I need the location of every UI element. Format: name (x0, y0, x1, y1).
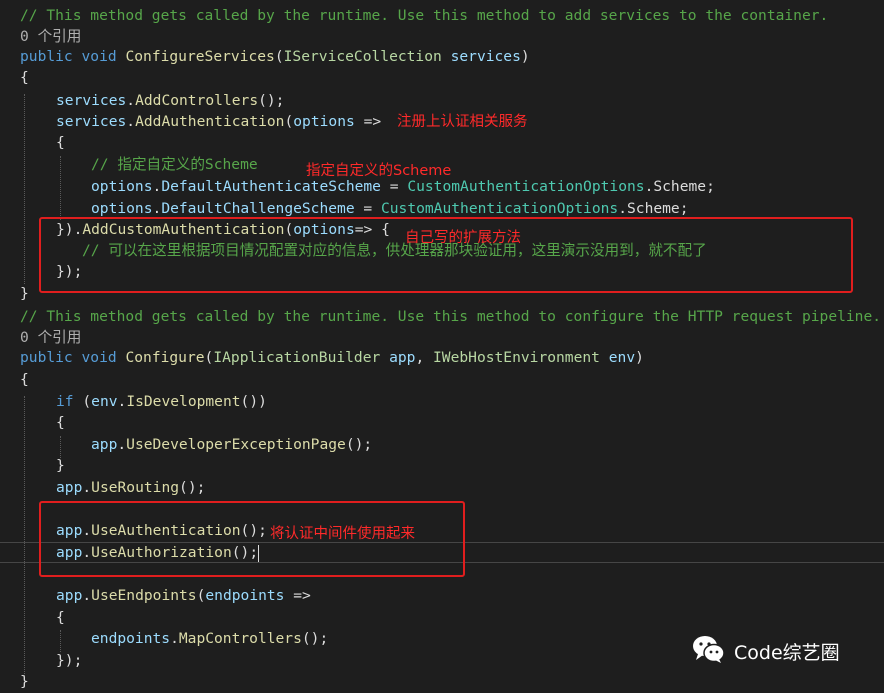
code-comment: // 指定自定义的Scheme (91, 156, 258, 173)
code-line-useendpoints: app.UseEndpoints(endpoints => (56, 587, 311, 604)
annotation-register-auth: 注册上认证相关服务 (397, 114, 528, 130)
code-line-usedeveloperexceptionpage: app.UseDeveloperExceptionPage(); (91, 436, 373, 453)
watermark: Code综艺圈 (692, 634, 840, 668)
code-comment: // This method gets called by the runtim… (20, 7, 829, 24)
annotation-extension-method: 自己写的扩展方法 (405, 230, 521, 246)
annotation-custom-scheme: 指定自定义的Scheme (306, 163, 452, 179)
annotation-use-middleware: 将认证中间件使用起来 (270, 526, 415, 542)
code-brace: { (56, 414, 65, 431)
code-brace: } (20, 673, 29, 690)
method-signature-configureservices: public void ConfigureServices(IServiceCo… (20, 48, 530, 65)
code-line-addauthentication: services.AddAuthentication(options => (56, 113, 382, 130)
code-line-addcontrollers: services.AddControllers(); (56, 92, 285, 109)
codelens-references[interactable]: 0 个引用 (20, 26, 81, 48)
code-brace: { (56, 134, 65, 151)
code-close: }); (56, 652, 83, 669)
code-line-if-isdevelopment: if (env.IsDevelopment()) (56, 393, 267, 410)
code-line-mapcontrollers: endpoints.MapControllers(); (91, 630, 329, 647)
code-brace: } (20, 285, 29, 302)
codelens-references[interactable]: 0 个引用 (20, 327, 81, 349)
indent-guide (24, 94, 25, 284)
wechat-icon (692, 634, 726, 668)
method-signature-configure: public void Configure(IApplicationBuilde… (20, 349, 644, 366)
indent-guide (60, 156, 61, 220)
code-brace: { (20, 69, 29, 86)
code-brace: } (56, 457, 65, 474)
code-line-userouting: app.UseRouting(); (56, 479, 206, 496)
watermark-label: Code综艺圈 (734, 641, 840, 664)
code-brace: { (20, 371, 29, 388)
indent-guide (24, 396, 25, 678)
code-brace: { (56, 609, 65, 626)
indent-guide (60, 630, 61, 652)
code-comment: // This method gets called by the runtim… (20, 308, 882, 325)
